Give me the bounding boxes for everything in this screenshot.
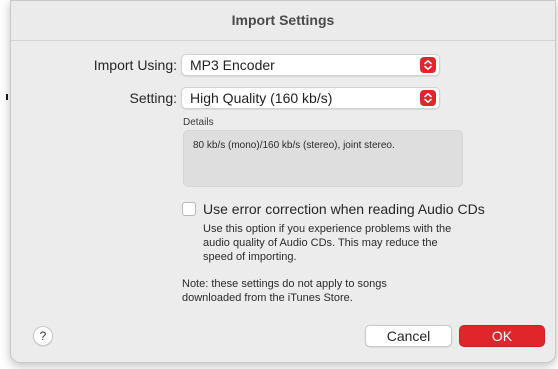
ok-button[interactable]: OK [459,325,545,347]
help-button[interactable]: ? [33,326,53,346]
itunes-store-note: Note: these settings do not apply to son… [182,277,482,305]
question-mark-icon: ? [39,329,47,343]
error-correction-label[interactable]: Use error correction when reading Audio … [203,201,485,217]
chevron-up-down-icon [420,90,436,106]
note-line: downloaded from the iTunes Store. [182,292,353,304]
details-text: 80 kb/s (mono)/160 kb/s (stereo), joint … [193,140,395,151]
note-line: Note: these settings do not apply to son… [182,278,387,290]
dialog-title: Import Settings [231,12,335,28]
error-correction-description-line: Use this option if you experience proble… [203,223,452,235]
error-correction-checkbox[interactable] [182,202,196,216]
error-correction-description-line: audio quality of Audio CDs. This may red… [203,237,438,249]
error-correction-description-line: speed of importing. [203,251,297,263]
error-correction-description: Use this option if you experience proble… [203,222,513,264]
import-using-label: Import Using: [93,57,177,73]
details-label: Details [183,117,214,128]
chevron-up-down-icon [420,57,436,73]
import-using-value: MP3 Encoder [190,57,275,73]
import-using-popup[interactable]: MP3 Encoder [181,54,440,76]
background-fragment [6,94,8,100]
dialog-titlebar: Import Settings [11,1,555,41]
setting-popup[interactable]: High Quality (160 kb/s) [181,87,440,109]
setting-label: Setting: [129,90,177,106]
details-box: 80 kb/s (mono)/160 kb/s (stereo), joint … [183,130,463,187]
cancel-button[interactable]: Cancel [365,325,452,347]
import-settings-dialog: Import Settings Import Using: MP3 Encode… [10,0,556,363]
setting-value: High Quality (160 kb/s) [190,90,333,106]
